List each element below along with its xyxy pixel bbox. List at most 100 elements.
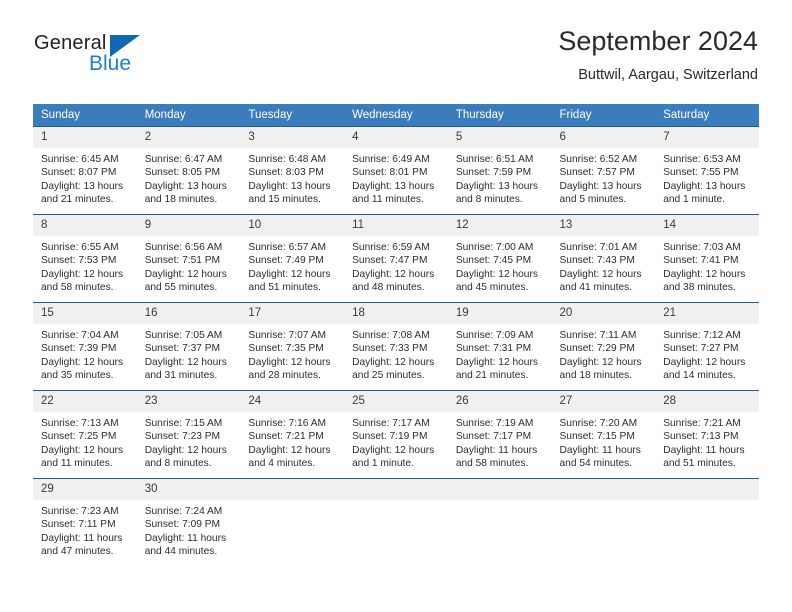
daylight-text-line2: and 1 minute. [352,458,414,470]
day-details: Sunrise: 6:45 AM Sunset: 8:07 PM Daylight:… [33,148,137,207]
daylight-text-line1: Daylight: 12 hours [663,268,746,280]
day-number: 15 [33,303,137,324]
day-cell[interactable]: 16 Sunrise: 7:05 AM Sunset: 7:37 PM Dayligh… [136,302,241,391]
day-number: 18 [344,303,448,324]
daylight-text-line1: Daylight: 12 hours [248,356,331,368]
calendar-page: General Blue September 2024 Buttwil, Aar… [0,0,792,612]
day-cell[interactable]: 15 Sunrise: 7:04 AM Sunset: 7:39 PM Dayligh… [33,302,137,391]
sunset-text: Sunset: 7:49 PM [248,255,324,267]
sunrise-text: Sunrise: 7:04 AM [41,330,119,341]
day-cell[interactable]: 10 Sunrise: 6:57 AM Sunset: 7:49 PM Dayligh… [240,214,345,303]
weekday-header-tuesday: Tuesday [240,104,345,127]
calendar-week-row: 22 Sunrise: 7:13 AM Sunset: 7:25 PM Dayligh… [33,390,759,479]
day-cell[interactable]: 30 Sunrise: 7:24 AM Sunset: 7:09 PM Dayligh… [136,478,241,567]
daylight-text-line1: Daylight: 12 hours [352,444,435,456]
sunset-text: Sunset: 7:27 PM [663,343,739,355]
day-cell[interactable]: 7 Sunrise: 6:53 AM Sunset: 7:55 PM Daylight… [655,126,759,215]
day-cell[interactable]: 23 Sunrise: 7:15 AM Sunset: 7:23 PM Dayligh… [136,390,241,479]
day-number: 22 [33,391,137,412]
sunset-text: Sunset: 7:59 PM [455,167,532,179]
day-cell[interactable]: 25 Sunrise: 7:17 AM Sunset: 7:19 PM Dayligh… [344,390,448,479]
sunrise-text: Sunrise: 6:57 AM [248,242,326,253]
daylight-text-line2: and 58 minutes. [455,458,529,470]
sunset-text: Sunset: 7:57 PM [559,167,635,179]
day-details: Sunrise: 6:56 AM Sunset: 7:51 PM Daylight:… [137,236,241,295]
day-number: 25 [344,391,448,412]
day-number: 9 [136,215,241,236]
day-number: 20 [551,303,656,324]
day-number: 6 [551,127,656,148]
sunrise-sunset-calendar: Sunday Monday Tuesday Wednesday Thursday… [33,104,759,567]
day-cell[interactable]: 28 Sunrise: 7:21 AM Sunset: 7:13 PM Dayligh… [655,390,759,479]
daylight-text-line2: and 21 minutes. [455,370,529,382]
day-cell[interactable]: 29 Sunrise: 7:23 AM Sunset: 7:11 PM Dayligh… [33,478,137,567]
sunset-text: Sunset: 7:43 PM [559,255,635,267]
sunrise-text: Sunrise: 7:01 AM [559,242,638,253]
weekday-header-monday: Monday [136,104,241,127]
daylight-text-line1: Daylight: 12 hours [144,268,227,280]
day-cell[interactable]: 18 Sunrise: 7:08 AM Sunset: 7:33 PM Dayligh… [344,302,448,391]
day-details: Sunrise: 7:03 AM Sunset: 7:41 PM Daylight:… [655,236,759,295]
day-cell[interactable]: 14 Sunrise: 7:03 AM Sunset: 7:41 PM Dayligh… [655,214,759,303]
sunrise-text: Sunrise: 6:52 AM [559,154,638,165]
day-details: Sunrise: 6:57 AM Sunset: 7:49 PM Daylight:… [240,236,344,295]
day-details: Sunrise: 7:17 AM Sunset: 7:19 PM Daylight:… [344,412,448,471]
day-details: Sunrise: 7:21 AM Sunset: 7:13 PM Daylight:… [655,412,759,471]
sunrise-text: Sunrise: 7:23 AM [41,506,119,517]
daylight-text-line1: Daylight: 12 hours [352,268,435,280]
daylight-text-line2: and 18 minutes. [559,370,633,382]
daylight-text-line1: Daylight: 13 hours [455,180,538,192]
day-cell[interactable]: 1 Sunrise: 6:45 AM Sunset: 8:07 PM Daylight… [33,126,137,215]
sunset-text: Sunset: 8:01 PM [352,167,428,179]
weekday-header-wednesday: Wednesday [344,104,448,127]
day-cell[interactable]: 9 Sunrise: 6:56 AM Sunset: 7:51 PM Daylight… [136,214,241,303]
day-details [552,500,656,505]
sunrise-text: Sunrise: 7:17 AM [352,418,430,429]
day-cell[interactable]: 11 Sunrise: 6:59 AM Sunset: 7:47 PM Dayligh… [344,214,448,303]
day-cell[interactable]: 2 Sunrise: 6:47 AM Sunset: 8:05 PM Daylight… [136,126,241,215]
day-details: Sunrise: 7:23 AM Sunset: 7:11 PM Daylight:… [33,500,137,559]
sunset-text: Sunset: 7:55 PM [663,167,739,179]
daylight-text-line1: Daylight: 12 hours [455,268,538,280]
daylight-text-line2: and 51 minutes. [663,458,736,470]
day-details: Sunrise: 7:24 AM Sunset: 7:09 PM Daylight:… [137,500,241,559]
day-cell[interactable]: 3 Sunrise: 6:48 AM Sunset: 8:03 PM Daylight… [240,126,345,215]
day-cell[interactable]: 20 Sunrise: 7:11 AM Sunset: 7:29 PM Dayligh… [551,302,656,391]
sunrise-text: Sunrise: 7:24 AM [144,506,223,517]
daylight-text-line1: Daylight: 11 hours [559,444,641,456]
generalblue-logo[interactable]: General Blue [34,32,164,84]
day-cell[interactable]: 24 Sunrise: 7:16 AM Sunset: 7:21 PM Dayligh… [240,390,345,479]
day-cell[interactable]: 27 Sunrise: 7:20 AM Sunset: 7:15 PM Dayligh… [551,390,656,479]
sunset-text: Sunset: 7:19 PM [352,431,428,443]
sunset-text: Sunset: 8:07 PM [41,167,117,179]
day-number: 1 [33,127,137,148]
day-details: Sunrise: 6:47 AM Sunset: 8:05 PM Daylight:… [137,148,241,207]
daylight-text-line2: and 4 minutes. [248,458,316,470]
daylight-text-line1: Daylight: 12 hours [663,356,746,368]
calendar-week-row: 8 Sunrise: 6:55 AM Sunset: 7:53 PM Daylight… [33,214,759,303]
day-cell[interactable]: 26 Sunrise: 7:19 AM Sunset: 7:17 PM Dayligh… [447,390,552,479]
day-details: Sunrise: 7:08 AM Sunset: 7:33 PM Daylight:… [344,324,448,383]
daylight-text-line2: and 44 minutes. [144,546,218,558]
day-cell[interactable]: 12 Sunrise: 7:00 AM Sunset: 7:45 PM Dayligh… [447,214,552,303]
daylight-text-line1: Daylight: 11 hours [663,444,745,456]
calendar-week-row: 29 Sunrise: 7:23 AM Sunset: 7:11 PM Dayligh… [33,478,759,567]
sunrise-text: Sunrise: 6:49 AM [352,154,430,165]
day-number [240,479,345,500]
day-cell[interactable]: 6 Sunrise: 6:52 AM Sunset: 7:57 PM Daylight… [551,126,656,215]
day-cell[interactable]: 13 Sunrise: 7:01 AM Sunset: 7:43 PM Dayligh… [551,214,656,303]
day-cell[interactable]: 21 Sunrise: 7:12 AM Sunset: 7:27 PM Dayligh… [655,302,759,391]
day-number [551,479,656,500]
sunset-text: Sunset: 7:25 PM [41,431,117,443]
day-cell[interactable]: 5 Sunrise: 6:51 AM Sunset: 7:59 PM Daylight… [447,126,552,215]
daylight-text-line1: Daylight: 12 hours [559,356,642,368]
day-cell[interactable]: 22 Sunrise: 7:13 AM Sunset: 7:25 PM Dayligh… [33,390,137,479]
day-cell[interactable]: 17 Sunrise: 7:07 AM Sunset: 7:35 PM Dayligh… [240,302,345,391]
day-number: 3 [240,127,345,148]
sunset-text: Sunset: 7:37 PM [144,343,221,355]
day-cell[interactable]: 8 Sunrise: 6:55 AM Sunset: 7:53 PM Daylight… [33,214,137,303]
day-cell[interactable]: 19 Sunrise: 7:09 AM Sunset: 7:31 PM Dayligh… [447,302,552,391]
day-cell[interactable]: 4 Sunrise: 6:49 AM Sunset: 8:01 PM Daylight… [344,126,448,215]
sunrise-text: Sunrise: 7:11 AM [559,330,637,341]
sunset-text: Sunset: 7:21 PM [248,431,324,443]
